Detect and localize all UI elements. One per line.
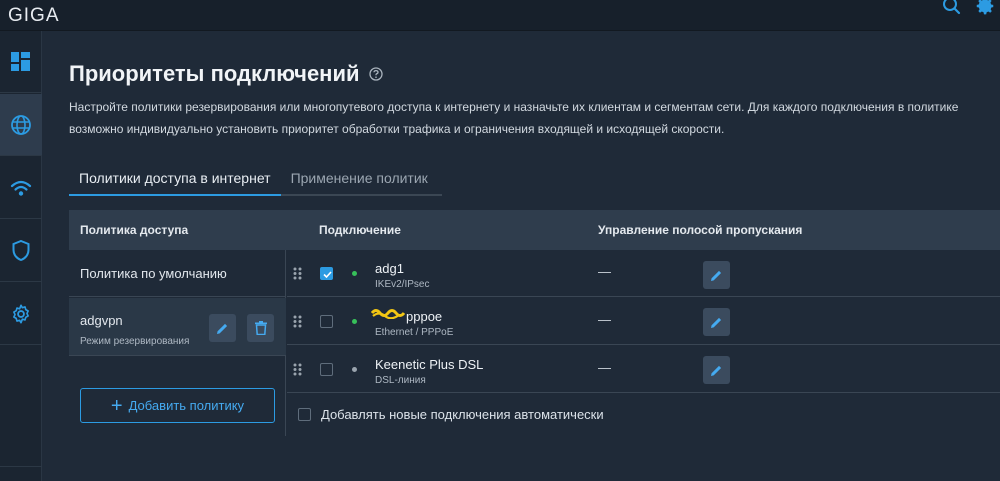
wifi-icon xyxy=(10,180,32,196)
edit-connection-button[interactable] xyxy=(703,261,730,289)
redaction-scribble xyxy=(371,309,405,319)
sidebar-item-dashboard[interactable] xyxy=(0,31,42,93)
connection-checkbox[interactable] xyxy=(320,267,333,280)
edit-connection-button[interactable] xyxy=(703,308,730,336)
sidebar-item-settings[interactable] xyxy=(0,283,42,345)
auto-add-checkbox-row[interactable]: Добавлять новые подключения автоматическ… xyxy=(298,407,604,422)
connection-name: Keenetic Plus DSL xyxy=(375,357,484,372)
add-policy-label: Добавить политику xyxy=(128,398,245,413)
pencil-icon xyxy=(711,317,722,328)
drag-handle-icon[interactable] xyxy=(293,363,302,381)
page-title: Приоритеты подключений xyxy=(69,61,383,87)
connection-checkbox[interactable] xyxy=(320,363,333,376)
edit-connection-button[interactable] xyxy=(703,356,730,384)
shield-icon xyxy=(12,240,30,261)
drag-handle-icon[interactable] xyxy=(293,267,302,285)
table-header: Политика доступа Подключение Управление … xyxy=(69,210,1000,250)
page-title-text: Приоритеты подключений xyxy=(69,61,360,86)
policy-item-adgvpn[interactable]: adgvpn Режим резервирования xyxy=(69,298,286,356)
connection-row[interactable]: adg1 IKEv2/IPsec — xyxy=(287,250,1000,297)
tab-internet-policies[interactable]: Политики доступа в интернет xyxy=(69,166,281,196)
delete-policy-button[interactable] xyxy=(247,314,274,342)
tab-policy-application[interactable]: Применение политик xyxy=(280,166,442,196)
policy-list: Политика по умолчанию adgvpn Режим резер… xyxy=(69,250,286,436)
connection-list: adg1 IKEv2/IPsec — pppoe Ethernet / PPPo… xyxy=(287,250,1000,436)
status-dot xyxy=(352,271,357,276)
header-policy: Политика доступа xyxy=(80,223,189,237)
bandwidth-value: — xyxy=(598,264,611,279)
connection-type: IKEv2/IPsec xyxy=(375,279,430,290)
check-icon xyxy=(323,271,332,279)
connection-name: adg1 xyxy=(375,261,404,276)
plus-icon: + xyxy=(110,394,123,417)
policy-item-default[interactable]: Политика по умолчанию xyxy=(69,250,286,297)
connection-row[interactable]: Keenetic Plus DSL DSL-линия — xyxy=(287,346,1000,393)
policy-name: Политика по умолчанию xyxy=(80,266,227,281)
search-icon[interactable] xyxy=(942,0,962,21)
sidebar xyxy=(0,31,42,481)
sidebar-item-internet[interactable] xyxy=(0,94,42,156)
header-bandwidth: Управление полосой пропускания xyxy=(598,223,803,237)
connection-name: pppoe xyxy=(406,309,443,324)
bandwidth-value: — xyxy=(598,360,611,375)
bandwidth-value: — xyxy=(598,312,611,327)
sidebar-divider xyxy=(0,466,42,467)
gear-icon[interactable] xyxy=(974,0,996,22)
globe-icon xyxy=(11,114,31,135)
connection-checkbox[interactable] xyxy=(320,315,333,328)
app-logo[interactable]: GIGA xyxy=(8,5,60,27)
edit-policy-button[interactable] xyxy=(209,314,236,342)
pencil-icon xyxy=(217,323,228,334)
policy-name: adgvpn xyxy=(80,313,123,328)
top-bar: GIGA xyxy=(0,0,1000,31)
pencil-icon xyxy=(711,270,722,281)
sidebar-item-security[interactable] xyxy=(0,220,42,282)
sidebar-item-wifi[interactable] xyxy=(0,157,42,219)
gear-icon xyxy=(13,303,29,324)
connection-row[interactable]: pppoe Ethernet / PPPoE — xyxy=(287,298,1000,345)
auto-add-checkbox[interactable] xyxy=(298,408,311,421)
header-connection: Подключение xyxy=(319,223,401,237)
dashboard-icon xyxy=(11,51,30,71)
trash-icon xyxy=(254,321,267,335)
add-policy-button[interactable]: + Добавить политику xyxy=(80,388,275,423)
help-icon[interactable] xyxy=(368,67,383,81)
connection-type: DSL-линия xyxy=(375,375,426,386)
page-description: Настройте политики резервирования или мн… xyxy=(69,100,959,136)
drag-handle-icon[interactable] xyxy=(293,315,302,333)
tabs: Политики доступа в интернет Применение п… xyxy=(69,166,442,196)
auto-add-label: Добавлять новые подключения автоматическ… xyxy=(321,407,604,422)
status-dot xyxy=(352,319,357,324)
status-dot xyxy=(352,367,357,372)
pencil-icon xyxy=(711,365,722,376)
connection-type: Ethernet / PPPoE xyxy=(375,327,454,338)
policy-mode: Режим резервирования xyxy=(80,336,190,347)
